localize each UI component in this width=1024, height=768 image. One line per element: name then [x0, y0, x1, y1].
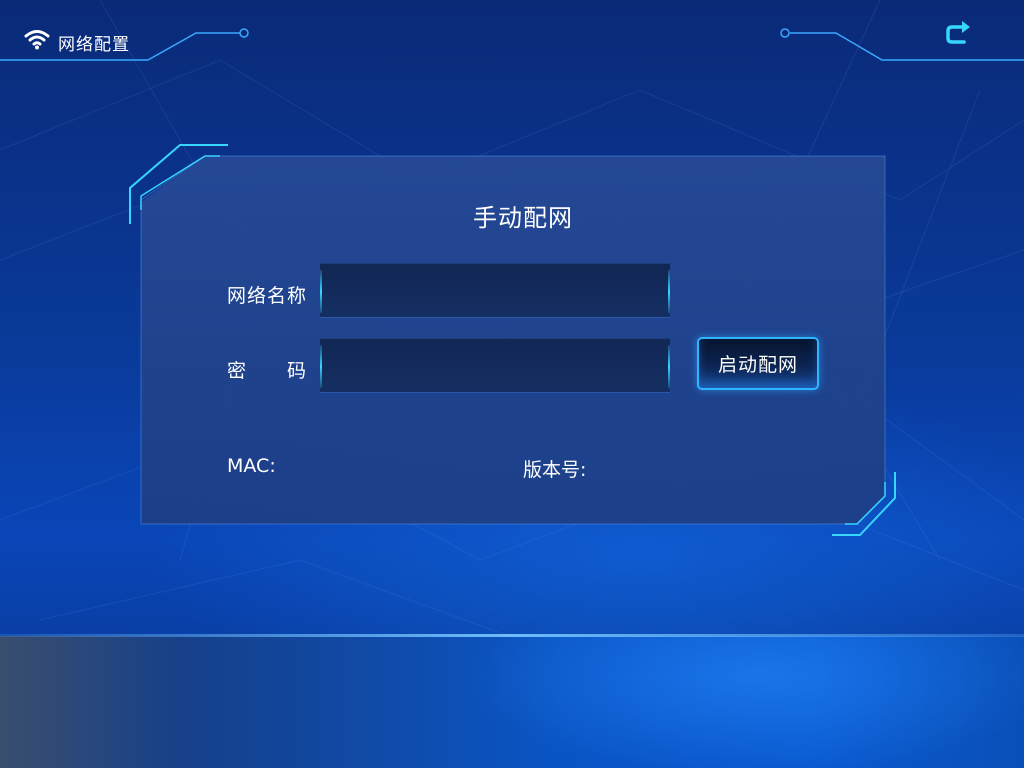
password-label-left: 密	[227, 360, 248, 382]
start-config-button[interactable]: 启动配网	[697, 337, 819, 390]
mac-label: MAC:	[227, 455, 276, 477]
password-label: 密码	[227, 356, 307, 383]
panel-title: 手动配网	[473, 204, 573, 232]
ssid-input-container[interactable]	[320, 263, 670, 318]
password-input-container[interactable]	[320, 338, 670, 393]
ssid-label: 网络名称	[227, 285, 308, 307]
network-config-screen: 网络配置 手动配网 网络名称 密码 启动配网 MAC: 版本号:	[0, 0, 1024, 768]
password-input[interactable]	[320, 339, 670, 392]
ssid-input[interactable]	[320, 264, 670, 317]
password-label-right: 码	[287, 360, 308, 382]
version-label: 版本号:	[523, 459, 587, 481]
